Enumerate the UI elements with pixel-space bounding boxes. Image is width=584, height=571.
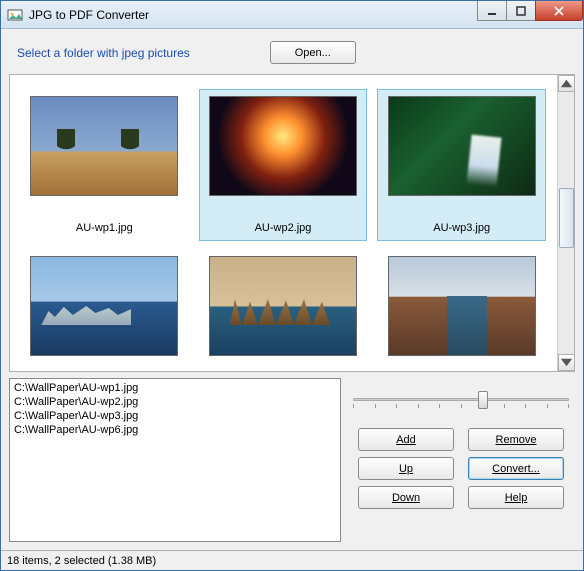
gallery-scrollbar[interactable] (557, 75, 574, 371)
thumbnail-image (209, 256, 357, 356)
window-title: JPG to PDF Converter (29, 8, 149, 22)
list-item[interactable]: C:\WallPaper\AU-wp1.jpg (14, 381, 336, 395)
scroll-thumb[interactable] (559, 188, 574, 248)
app-icon (7, 7, 23, 23)
list-item[interactable]: C:\WallPaper\AU-wp2.jpg (14, 395, 336, 409)
open-button[interactable]: Open... (270, 41, 356, 64)
folder-prompt: Select a folder with jpeg pictures (17, 46, 190, 60)
list-item[interactable]: C:\WallPaper\AU-wp6.jpg (14, 423, 336, 437)
list-item[interactable]: C:\WallPaper\AU-wp3.jpg (14, 409, 336, 423)
convert-button[interactable]: Convert... (468, 457, 564, 480)
thumbnail-caption: AU-wp3.jpg (433, 222, 490, 236)
thumbnail-caption: AU-wp2.jpg (255, 222, 312, 236)
remove-button[interactable]: Remove (468, 428, 564, 451)
scroll-track[interactable] (558, 92, 574, 354)
thumbnail-image (30, 96, 178, 196)
thumbnail-item[interactable] (377, 249, 546, 365)
scroll-down-button[interactable] (558, 354, 574, 371)
file-list[interactable]: C:\WallPaper\AU-wp1.jpg C:\WallPaper\AU-… (9, 378, 341, 542)
help-button[interactable]: Help (468, 486, 564, 509)
titlebar[interactable]: JPG to PDF Converter (1, 1, 583, 29)
zoom-slider[interactable] (353, 386, 569, 412)
up-button[interactable]: Up (358, 457, 454, 480)
thumbnail-image (388, 96, 536, 196)
minimize-button[interactable] (477, 1, 507, 21)
scroll-up-button[interactable] (558, 75, 574, 92)
thumbnail-item[interactable]: AU-wp1.jpg (20, 89, 189, 241)
status-text: 18 items, 2 selected (1.38 MB) (7, 555, 156, 567)
down-button[interactable]: Down (358, 486, 454, 509)
slider-knob[interactable] (478, 391, 488, 409)
top-row: Select a folder with jpeg pictures Open.… (9, 37, 575, 74)
thumbnail-gallery: AU-wp1.jpg AU-wp2.jpg AU-wp3.jpg (9, 74, 575, 372)
thumbnail-item[interactable] (20, 249, 189, 365)
maximize-button[interactable] (506, 1, 536, 21)
add-button[interactable]: Add (358, 428, 454, 451)
thumbnail-item[interactable] (199, 249, 368, 365)
close-button[interactable] (535, 1, 583, 21)
thumbnail-item[interactable]: AU-wp3.jpg (377, 89, 546, 241)
thumbnail-caption: AU-wp1.jpg (76, 222, 133, 236)
thumbnail-image (209, 96, 357, 196)
status-bar: 18 items, 2 selected (1.38 MB) (1, 550, 583, 570)
thumbnail-image (30, 256, 178, 356)
thumbnail-item[interactable]: AU-wp2.jpg (199, 89, 368, 241)
thumbnail-image (388, 256, 536, 356)
